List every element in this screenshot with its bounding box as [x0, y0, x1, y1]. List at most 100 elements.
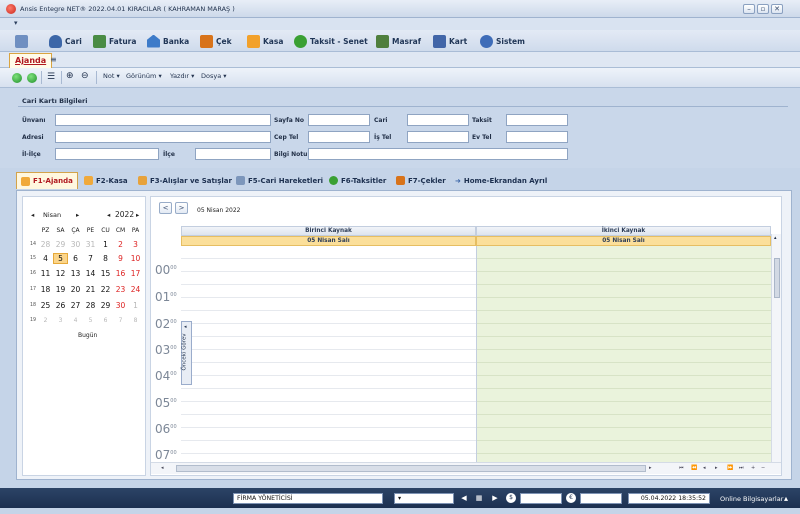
calendar-day[interactable]: 23: [113, 285, 128, 294]
first-record-icon[interactable]: ⏮: [679, 465, 684, 471]
ev-tel-input[interactable]: [506, 131, 568, 143]
calendar-day[interactable]: 13: [68, 269, 83, 278]
prev-record-icon[interactable]: ◂: [703, 465, 706, 471]
not-menu[interactable]: Not ▾: [103, 72, 120, 80]
tab-f3-alislar-satislar[interactable]: F3-Alışlar ve Satışlar: [134, 172, 236, 189]
tab-home-ekrandan-ayril[interactable]: ➜ Home-Ekrandan Ayrıl: [451, 172, 551, 189]
company-select[interactable]: ▾: [394, 493, 454, 504]
calendar-day[interactable]: 19: [53, 285, 68, 294]
online-arrow-icon[interactable]: ▴: [784, 494, 788, 503]
back-circle-icon[interactable]: [12, 73, 22, 83]
tab-f1-ajanda[interactable]: F1-Ajanda: [16, 172, 78, 189]
calendar-day[interactable]: 14: [83, 269, 98, 278]
horizontal-scrollbar[interactable]: ◂ ▸ ⏮ ⏪ ◂ ▸ ⏩ ⏭ + −: [151, 462, 781, 474]
maximize-button[interactable]: ▫: [757, 4, 769, 14]
calendar-day[interactable]: 1: [98, 240, 113, 249]
zoom-out-icon[interactable]: ⊖: [81, 71, 89, 81]
prev-year-icon[interactable]: ◂: [107, 211, 110, 219]
yazdir-menu[interactable]: Yazdır ▾: [170, 72, 194, 80]
calendar-day[interactable]: 9: [113, 254, 128, 263]
calendar-day[interactable]: 17: [128, 269, 143, 278]
scroll-right-icon[interactable]: ▸: [649, 465, 652, 471]
is-tel-input[interactable]: [407, 131, 469, 143]
adresi-input[interactable]: [55, 131, 271, 143]
list-view-icon[interactable]: ☰: [47, 72, 55, 82]
il-input[interactable]: [55, 148, 159, 160]
add-record-icon[interactable]: +: [751, 465, 755, 471]
calendar-day[interactable]: 18: [38, 285, 53, 294]
tab-f7-cekler[interactable]: F7-Çekler: [392, 172, 450, 189]
calendar-day[interactable]: 6: [68, 254, 83, 263]
calendar-day[interactable]: 24: [128, 285, 143, 294]
ribbon-kart-button[interactable]: Kart: [433, 33, 467, 49]
ilce-input[interactable]: [195, 148, 271, 160]
next-year-icon[interactable]: ▸: [136, 211, 139, 219]
vertical-scrollbar[interactable]: ▴: [771, 234, 781, 462]
calendar-day[interactable]: 27: [68, 301, 83, 310]
horizontal-scroll-thumb[interactable]: [176, 465, 646, 472]
dosya-menu[interactable]: Dosya ▾: [201, 72, 227, 80]
calendar-day[interactable]: 16: [113, 269, 128, 278]
next-page-icon[interactable]: ⏩: [727, 465, 733, 471]
calendar-day[interactable]: 8: [98, 254, 113, 263]
grid-icon[interactable]: ▦: [474, 493, 484, 503]
calendar-day[interactable]: 28: [38, 240, 53, 249]
cari-input[interactable]: [407, 114, 469, 126]
next-record-icon[interactable]: ▸: [715, 465, 718, 471]
ribbon-fatura-button[interactable]: Fatura: [93, 33, 136, 49]
prev-arrow-icon[interactable]: ◀: [459, 493, 469, 503]
calendar-day[interactable]: 5: [83, 317, 98, 324]
calendar-day[interactable]: 3: [53, 317, 68, 324]
calendar-day[interactable]: 30: [113, 301, 128, 310]
calendar-day[interactable]: 7: [113, 317, 128, 324]
chevron-down-icon[interactable]: ▾: [14, 19, 18, 27]
next-day-button[interactable]: >: [175, 202, 188, 214]
prev-month-icon[interactable]: ◂: [31, 211, 34, 219]
calendar-day[interactable]: 4: [38, 254, 53, 263]
calendar-day[interactable]: 2: [38, 317, 53, 324]
euro-icon[interactable]: €: [566, 493, 576, 503]
calendar-day[interactable]: 31: [83, 240, 98, 249]
tab-f2-kasa[interactable]: F2-Kasa: [80, 172, 132, 189]
last-record-icon[interactable]: ⏭: [739, 465, 744, 471]
vertical-scroll-thumb[interactable]: [774, 258, 780, 298]
calendar-day[interactable]: 20: [68, 285, 83, 294]
taksit-input[interactable]: [506, 114, 568, 126]
calendar-day[interactable]: 1: [128, 301, 143, 310]
month-label[interactable]: Nisan: [43, 211, 61, 219]
ribbon-masraf-button[interactable]: Masraf: [376, 33, 421, 49]
calendar-day[interactable]: 21: [83, 285, 98, 294]
calendar-day[interactable]: 25: [38, 301, 53, 310]
ribbon-clipboard-button[interactable]: [15, 33, 28, 49]
calendar-day[interactable]: 4: [68, 317, 83, 324]
year-label[interactable]: 2022: [115, 210, 134, 219]
ribbon-cari-button[interactable]: Cari: [49, 33, 82, 49]
tab-f6-taksitler[interactable]: F6-Taksitler: [325, 172, 390, 189]
resource-column-2[interactable]: [476, 246, 771, 462]
tab-menu-icon[interactable]: ≡: [50, 55, 57, 64]
scroll-left-icon[interactable]: ◂: [161, 465, 164, 471]
calendar-day[interactable]: 10: [128, 254, 143, 263]
tab-ajanda[interactable]: Ajanda: [9, 53, 53, 68]
scroll-up-icon[interactable]: ▴: [774, 235, 777, 241]
calendar-day[interactable]: 28: [83, 301, 98, 310]
calendar-day[interactable]: 7: [83, 254, 98, 263]
ribbon-banka-button[interactable]: Banka: [147, 33, 189, 49]
next-month-icon[interactable]: ▸: [76, 211, 79, 219]
previous-task-button[interactable]: ◂ Önceki Görev: [181, 321, 192, 385]
calendar-day[interactable]: 29: [98, 301, 113, 310]
ribbon-kasa-button[interactable]: Kasa: [247, 33, 283, 49]
gorunum-menu[interactable]: Görünüm ▾: [126, 72, 162, 80]
close-button[interactable]: ✕: [771, 4, 783, 14]
calendar-day[interactable]: 2: [113, 240, 128, 249]
calendar-day[interactable]: 3: [128, 240, 143, 249]
sayfa-no-input[interactable]: [308, 114, 370, 126]
minimize-button[interactable]: –: [743, 4, 755, 14]
tab-f5-cari-hareketleri[interactable]: F5-Cari Hareketleri: [232, 172, 327, 189]
bilgi-notu-input[interactable]: [308, 148, 568, 160]
remove-record-icon[interactable]: −: [761, 465, 765, 471]
calendar-day[interactable]: 22: [98, 285, 113, 294]
today-button[interactable]: Bugün: [78, 332, 97, 339]
zoom-in-icon[interactable]: ⊕: [66, 71, 74, 81]
calendar-day[interactable]: 30: [68, 240, 83, 249]
